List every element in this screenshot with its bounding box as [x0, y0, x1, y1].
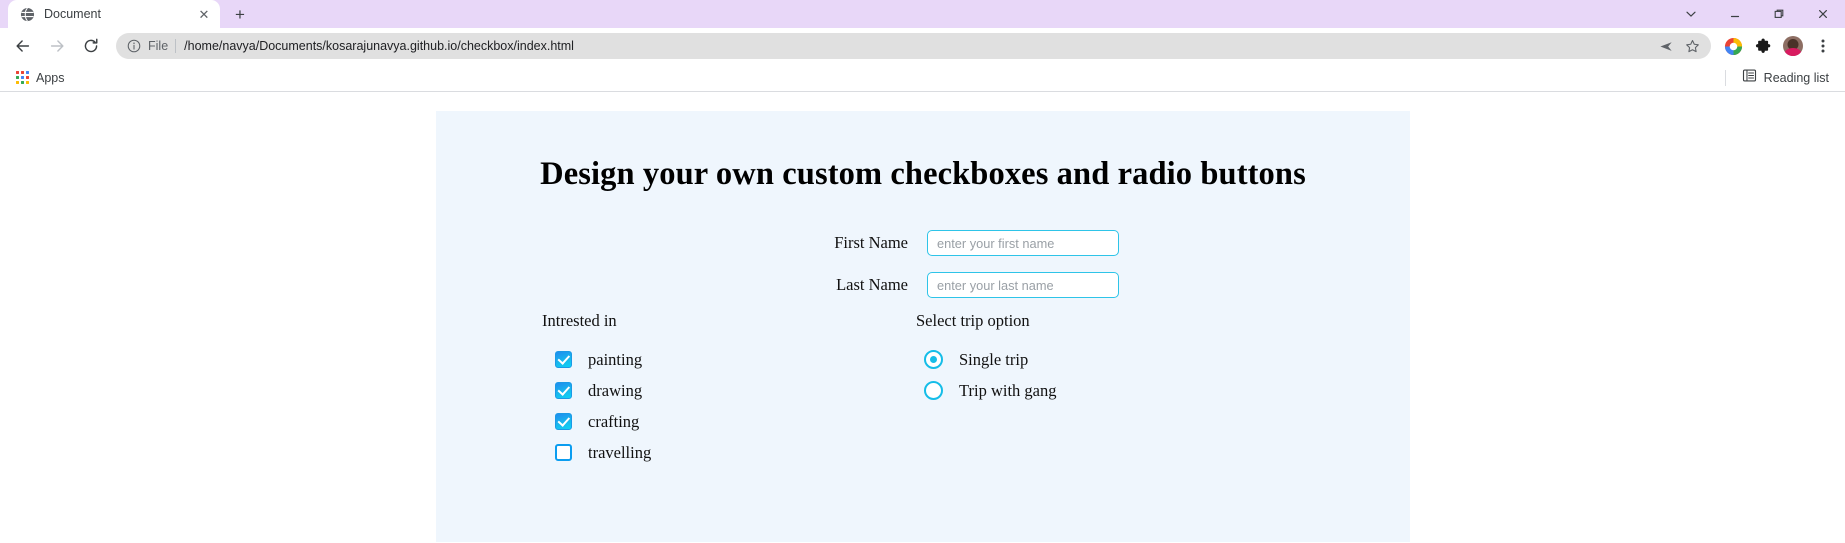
- back-button[interactable]: [8, 31, 38, 61]
- bookmarks-bar: Apps Reading list: [0, 64, 1845, 92]
- checkbox-crafting[interactable]: [555, 413, 572, 430]
- reading-list-button[interactable]: Reading list: [1736, 67, 1835, 89]
- scheme-label: File: [148, 39, 169, 53]
- first-name-input[interactable]: [927, 230, 1119, 256]
- apps-grid-icon: [16, 71, 29, 84]
- radio-single-trip[interactable]: [924, 350, 943, 369]
- checkbox-label-drawing: drawing: [588, 380, 643, 400]
- radio-trip-with-gang[interactable]: [924, 381, 943, 400]
- browser-toolbar: File /home/navya/Documents/kosarajunavya…: [0, 28, 1845, 64]
- bookmark-apps-label: Apps: [36, 70, 65, 85]
- new-tab-button[interactable]: +: [226, 0, 254, 28]
- bookmarks-divider: [1724, 69, 1726, 86]
- trip-option-group-title: Select trip option: [916, 311, 1030, 330]
- radio-label-single-trip: Single trip: [959, 349, 1029, 369]
- checkbox-travelling[interactable]: [555, 444, 572, 461]
- close-icon[interactable]: [1801, 0, 1845, 28]
- tab-document[interactable]: Document ✕: [8, 0, 220, 28]
- forward-button[interactable]: [42, 31, 72, 61]
- toolbar-actions: [1717, 32, 1837, 60]
- reading-list-icon: [1742, 68, 1757, 88]
- first-name-row: First Name: [436, 230, 1410, 256]
- color-wheel-icon[interactable]: [1719, 32, 1747, 60]
- radio-label-trip-with-gang: Trip with gang: [959, 380, 1057, 400]
- last-name-input[interactable]: [927, 272, 1119, 298]
- page-viewport: Design your own custom checkboxes and ra…: [0, 92, 1845, 542]
- checkbox-row-crafting[interactable]: crafting: [542, 406, 651, 437]
- chrome-menu-icon[interactable]: [1809, 32, 1837, 60]
- interests-group: Intrested in painting drawing crafting t…: [542, 311, 651, 468]
- reload-button[interactable]: [76, 31, 106, 61]
- puzzle-icon[interactable]: [1749, 32, 1777, 60]
- avatar[interactable]: [1779, 32, 1807, 60]
- tab-close-icon[interactable]: ✕: [196, 6, 212, 22]
- checkbox-painting[interactable]: [555, 351, 572, 368]
- interests-group-title: Intrested in: [542, 311, 617, 330]
- star-icon[interactable]: [1681, 35, 1703, 57]
- tab-title: Document: [44, 7, 101, 21]
- reading-list-label: Reading list: [1763, 70, 1829, 85]
- checkbox-label-travelling: travelling: [588, 442, 652, 462]
- window-controls: [1669, 0, 1845, 28]
- info-circle-icon[interactable]: [126, 38, 142, 54]
- radio-row-trip-with-gang[interactable]: Trip with gang: [916, 375, 1057, 406]
- checkbox-row-drawing[interactable]: drawing: [542, 375, 651, 406]
- globe-icon: [20, 7, 35, 22]
- browser-window: Document ✕ + File /home/navya/Documents/…: [0, 0, 1845, 543]
- checkbox-drawing[interactable]: [555, 382, 572, 399]
- url-text: /home/navya/Documents/kosarajunavya.gith…: [184, 39, 574, 53]
- trip-option-group: Select trip option Single trip Trip with…: [916, 311, 1057, 406]
- checkbox-row-painting[interactable]: painting: [542, 344, 651, 375]
- tab-strip: Document ✕ +: [0, 0, 1845, 28]
- radio-row-single-trip[interactable]: Single trip: [916, 344, 1057, 375]
- last-name-row: Last Name: [436, 272, 1410, 298]
- send-icon[interactable]: [1655, 35, 1677, 57]
- omnibox-divider: [175, 39, 177, 53]
- checkbox-label-crafting: crafting: [588, 411, 640, 431]
- address-bar[interactable]: File /home/navya/Documents/kosarajunavya…: [116, 33, 1711, 59]
- last-name-label: Last Name: [836, 275, 908, 294]
- minimize-icon[interactable]: [1713, 0, 1757, 28]
- checkbox-row-travelling[interactable]: travelling: [542, 437, 651, 468]
- page-title: Design your own custom checkboxes and ra…: [540, 156, 1306, 192]
- maximize-icon[interactable]: [1757, 0, 1801, 28]
- bookmark-apps[interactable]: Apps: [10, 67, 71, 89]
- checkbox-label-painting: painting: [588, 349, 643, 369]
- chevron-down-icon[interactable]: [1669, 0, 1713, 28]
- first-name-label: First Name: [834, 233, 908, 252]
- form-panel: Design your own custom checkboxes and ra…: [436, 111, 1410, 542]
